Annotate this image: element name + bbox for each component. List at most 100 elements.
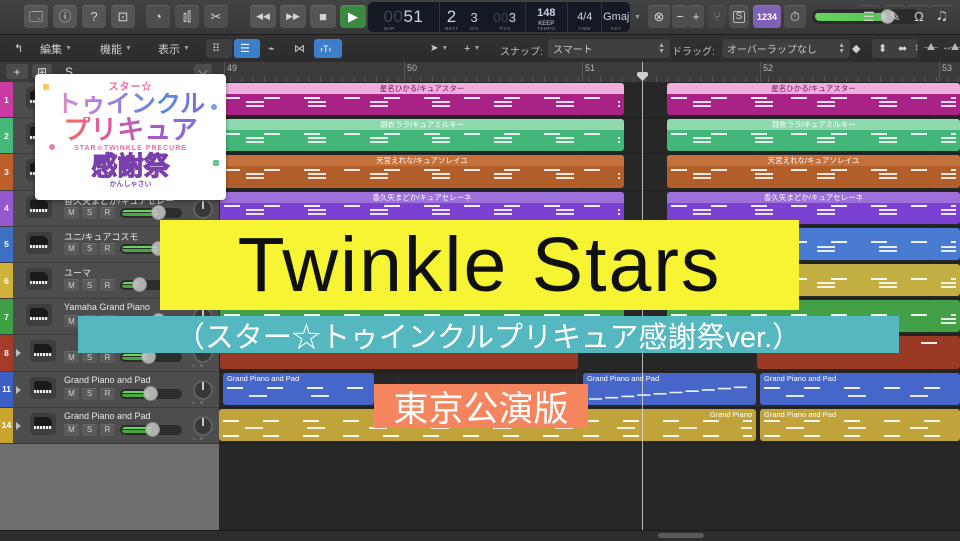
count-in-button[interactable]: 1234 (753, 5, 781, 28)
tuning-fork-icon[interactable]: ⑂ (708, 5, 726, 28)
loop-browser-icon[interactable]: Ω (908, 5, 930, 28)
menu-view[interactable]: 表示 ▼ (152, 39, 196, 58)
mute-button[interactable]: M (64, 206, 79, 219)
list-editors-icon[interactable]: ☰ (858, 5, 880, 28)
horizontal-zoom-thumb[interactable] (951, 43, 959, 50)
quick-help-icon[interactable]: ⊡ (111, 5, 135, 28)
forward-button[interactable]: ▶▶ (280, 5, 306, 28)
note-pads-icon[interactable]: ✎ (884, 5, 906, 28)
volume-thumb[interactable] (150, 204, 166, 220)
lcd-display[interactable]: 0051 BAR 2 BEAT 3 DIV 003 TICK 148 KEEP T… (368, 2, 630, 32)
solo-button[interactable]: S (82, 206, 97, 219)
mute-button[interactable]: M (64, 423, 79, 436)
play-button[interactable]: ▶ (340, 5, 366, 28)
rewind-button[interactable]: ◀◀ (250, 5, 276, 28)
tuner-icon[interactable]: ◔ (146, 5, 170, 28)
bottom-scrollbar-track[interactable] (0, 530, 960, 541)
volume-thumb[interactable] (132, 277, 148, 292)
track-disclosure-icon[interactable] (16, 385, 21, 394)
media-browser-icon[interactable]: 🗔 (24, 5, 48, 28)
track-disclosure-icon[interactable] (16, 421, 21, 430)
track-volume-slider[interactable] (120, 349, 182, 365)
lcd-chevron-icon[interactable]: ▼ (634, 14, 641, 21)
mute-button[interactable]: M (64, 315, 79, 328)
track-volume-slider[interactable] (120, 385, 182, 401)
metronome-icon[interactable]: ⏱ (784, 5, 806, 28)
solo-off-button[interactable]: S (729, 5, 749, 28)
midi-region[interactable]: 天宮えれな/キュアソレイユ (667, 155, 960, 188)
snap-dropdown[interactable]: スマート ▲ ▼ (548, 39, 670, 58)
info-icon[interactable]: ⓘ (53, 5, 77, 28)
midi-region[interactable]: 星名ひかる/キュアスター (220, 83, 624, 116)
track-lane[interactable]: 天宮えれな/キュアソレイユ 天宮えれな/キュアソレイユ (219, 154, 960, 191)
pan-knob[interactable] (193, 198, 213, 224)
midi-region[interactable]: Grand Piano and Pad (760, 372, 960, 405)
track-instrument-icon[interactable] (30, 376, 56, 399)
track-instrument-icon[interactable] (26, 304, 52, 327)
track-instrument-icon[interactable] (26, 268, 52, 290)
solo-button[interactable]: S (82, 423, 97, 436)
solo-button[interactable]: S (82, 242, 97, 255)
solo-button[interactable]: S (82, 387, 97, 400)
scissors-icon[interactable]: ✂ (204, 5, 228, 28)
track-disclosure-icon[interactable] (16, 349, 21, 358)
stop-button[interactable]: ■ (310, 5, 336, 28)
menu-edit[interactable]: 編集 ▼ (34, 39, 78, 58)
track-name[interactable]: Yamaha Grand Piano (64, 302, 175, 312)
midi-region[interactable]: Grand Piano and Pad (760, 408, 960, 441)
record-enable-button[interactable]: R (100, 206, 115, 219)
track-lane[interactable]: Grand Piano and Pad Grand Piano and Pad Gr… (219, 371, 960, 408)
catch-playhead-icon[interactable]: ›Τ‹ (314, 39, 342, 58)
mute-button[interactable]: M (64, 242, 79, 255)
flex-icon[interactable]: ⋈ (288, 39, 314, 58)
drag-dropdown[interactable]: オーバーラップなし ▲ ▼ (722, 39, 850, 58)
minus-button[interactable]: − (672, 5, 688, 28)
track-instrument-icon[interactable] (30, 412, 56, 435)
record-enable-button[interactable]: R (100, 279, 115, 291)
record-enable-button[interactable]: R (100, 351, 115, 364)
tracks-view-icon[interactable]: ☰ (234, 39, 260, 58)
track-volume-slider[interactable] (120, 421, 182, 437)
volume-thumb[interactable] (142, 385, 158, 401)
bar-ruler[interactable]: 49 50 51 52 53 (219, 62, 960, 83)
midi-region[interactable]: 羽衣ララ/キュアミルキー (220, 119, 624, 152)
track-name[interactable]: ユーマ (64, 266, 175, 279)
pan-knob[interactable] (193, 379, 213, 405)
master-mute-button[interactable]: ⊗ (648, 5, 670, 28)
pointer-tool-button[interactable]: ➤ ▼ (424, 39, 454, 58)
track-name[interactable]: Grand Piano and Pad (64, 411, 175, 421)
track-instrument-icon[interactable] (26, 231, 52, 254)
plus-button[interactable]: + (688, 5, 704, 28)
midi-region[interactable]: 天宮えれな/キュアソレイユ (220, 155, 624, 188)
record-enable-button[interactable]: R (100, 423, 115, 436)
grid-icon[interactable]: ⠿ (206, 39, 232, 58)
track-instrument-icon[interactable] (30, 340, 56, 363)
waveform-zoom-icon[interactable]: ◆ (846, 39, 874, 58)
volume-thumb[interactable] (145, 421, 161, 437)
midi-region[interactable]: 星名ひかる/キュアスター (667, 83, 960, 116)
record-enable-button[interactable]: R (100, 387, 115, 400)
midi-region[interactable]: Grand Piano and Pad (583, 372, 756, 405)
vertical-zoom-thumb[interactable] (927, 43, 935, 50)
record-enable-button[interactable]: R (100, 242, 115, 255)
track-lane[interactable]: 羽衣ララ/キュアミルキー 羽衣ララ/キュアミルキー (219, 118, 960, 155)
track-header-row[interactable]: 11 Grand Piano and Pad M S R (0, 371, 219, 408)
track-name[interactable]: Grand Piano and Pad (64, 375, 175, 385)
browser-icon[interactable]: 🎝 (930, 5, 954, 28)
plus-tool-button[interactable]: + ▼ (458, 39, 486, 58)
midi-region[interactable]: 羽衣ララ/キュアミルキー (667, 119, 960, 152)
automation-icon[interactable]: ⌁ (262, 39, 288, 58)
add-track-button[interactable]: + (6, 64, 28, 79)
midi-region[interactable]: Grand Piano and Pad (223, 372, 374, 405)
menu-functions[interactable]: 機能 ▼ (94, 39, 138, 58)
midi-region[interactable]: 香久矢まどか/キュアセレーネ (220, 191, 624, 224)
midi-region[interactable]: 香久矢まどか/キュアセレーネ (667, 191, 960, 224)
track-lane[interactable]: 星名ひかる/キュアスター 星名ひかる/キュアスター (219, 82, 960, 119)
track-header-row[interactable]: 14 Grand Piano and Pad M S R (0, 407, 219, 444)
mute-button[interactable]: M (64, 387, 79, 400)
track-volume-slider[interactable] (120, 204, 182, 220)
mute-button[interactable]: M (64, 351, 79, 364)
pan-knob[interactable] (193, 415, 213, 441)
undo-arrow-icon[interactable]: ↰ (8, 39, 29, 58)
help-icon[interactable]: ? (82, 5, 106, 28)
